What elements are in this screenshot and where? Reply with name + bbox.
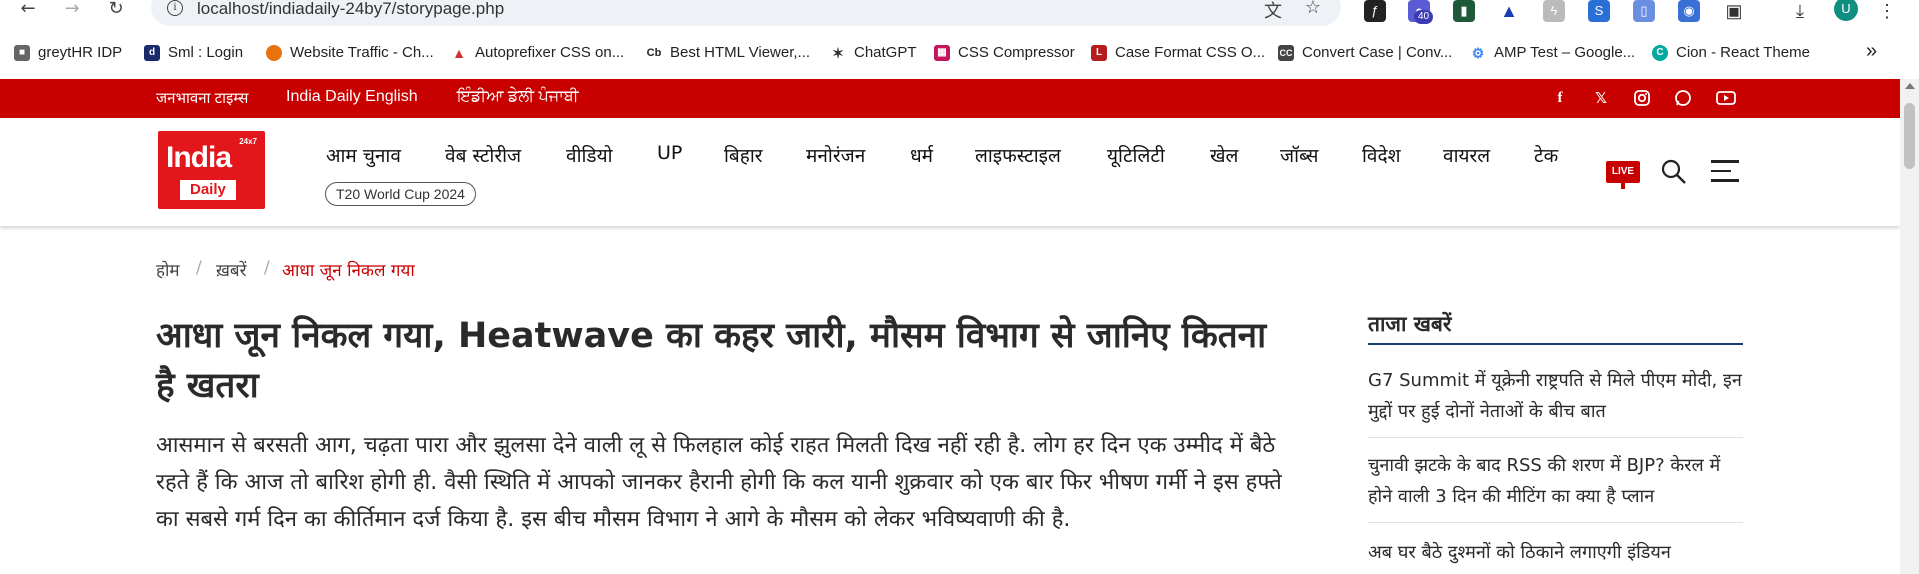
bookmark-item[interactable]: Cb Best HTML Viewer,... [646,44,810,61]
topbar-link[interactable]: India Daily English [286,88,418,106]
live-tv-stand [1621,183,1625,189]
facebook-icon[interactable]: f [1550,88,1570,108]
extension-triangle-icon[interactable]: ▲ [1498,0,1520,22]
sidebar-divider [1368,522,1743,523]
site-logo[interactable]: 24x7 India Daily [158,131,265,209]
bookmark-star-icon[interactable]: ☆ [1303,0,1323,18]
logo-badge: 24x7 [239,137,257,146]
nav-item[interactable]: लाइफस्टाइल [975,142,1061,168]
nav-item[interactable]: टेक [1534,142,1558,168]
back-icon[interactable]: ← [16,0,40,20]
browser-toolbar: ← → ↻ i localhost/indiadaily-24by7/story… [0,0,1919,30]
extension-screenshot-icon[interactable]: ◉ [1678,0,1700,22]
scroll-up-arrow-icon[interactable] [1905,83,1915,89]
nav-item[interactable]: जॉब्स [1280,142,1319,168]
topbar-link[interactable]: जनभावना टाइम्स [156,88,248,108]
breadcrumb-section[interactable]: ख़बरें [216,258,247,281]
sidebar-news-item[interactable]: G7 Summit में यूक्रेनी राष्ट्रपति से मिल… [1368,365,1743,427]
nav-item[interactable]: वायरल [1443,142,1490,168]
extension-fx-icon[interactable]: ƒ [1364,0,1386,22]
bookmark-favicon-icon: d [144,44,160,61]
sidebar-news-item[interactable]: अब घर बैठे दुश्मनों को ठिकाने लगाएगी इंड… [1368,537,1743,568]
extension-folder-icon[interactable]: ▮ [1453,0,1475,22]
extensions-puzzle-icon[interactable]: ▣ [1723,0,1745,22]
bookmark-favicon-icon: C [1652,44,1668,61]
sidebar-title: ताजा खबरें [1368,312,1452,336]
logo-line2: Daily [180,180,236,200]
nav-item[interactable]: खेल [1210,142,1238,168]
site-topbar: जनभावना टाइम्स India Daily English ਇੰਡੀਆ… [0,79,1900,118]
download-icon[interactable]: ⤓ [1789,0,1811,22]
x-icon[interactable]: 𝕏 [1591,88,1611,108]
bookmark-favicon-icon: CC [1278,44,1294,61]
search-icon[interactable] [1660,158,1688,186]
nav-item[interactable]: UP [657,142,682,164]
bookmark-item[interactable]: d Sml : Login [144,44,243,61]
nav-item[interactable]: यूटिलिटी [1107,142,1165,168]
bookmark-favicon-icon: L [1091,44,1107,61]
hamburger-line [1711,160,1739,163]
sidebar-divider [1368,437,1743,438]
forward-icon[interactable]: → [60,0,84,20]
breadcrumb-separator: / [264,258,270,278]
article-summary: आसमान से बरसती आग, चढ़ता पारा और झुलसा द… [156,433,1282,532]
reload-icon[interactable]: ↻ [104,0,128,20]
youtube-icon[interactable] [1716,88,1736,108]
bookmark-favicon-icon: ⚙ [1470,44,1486,61]
more-bookmarks-button[interactable]: » [1866,40,1877,63]
site-header: 24x7 India Daily आम चुनाव वेब स्टोरीज वी… [0,118,1900,226]
bookmark-favicon-icon: ■ [14,44,30,61]
article-headline: आधा जून निकल गया, Heatwave का कहर जारी, … [156,316,1267,406]
scrollbar-thumb[interactable] [1904,103,1915,169]
bookmark-item[interactable]: Website Traffic - Ch... [266,44,434,61]
nav-item[interactable]: वीडियो [566,142,613,168]
sidebar-title-rule [1368,343,1743,345]
breadcrumb-separator: / [196,258,202,278]
site-info-icon[interactable]: i [167,0,183,16]
address-url[interactable]: localhost/indiadaily-24by7/storypage.php [197,0,504,19]
sidebar-news-item[interactable]: चुनावी झटके के बाद RSS की शरण में BJP? क… [1368,450,1743,512]
bookmark-favicon-icon: ✶ [830,44,846,61]
tag-pill[interactable]: T20 World Cup 2024 [325,182,476,206]
nav-item[interactable]: बिहार [724,142,763,168]
nav-item[interactable]: मनोरंजन [806,142,865,168]
instagram-icon[interactable] [1632,88,1652,108]
nav-item[interactable]: विदेश [1362,142,1401,168]
nav-item[interactable]: धर्म [910,142,933,168]
live-tv-button[interactable]: LIVE [1606,161,1640,183]
extension-bolt-icon[interactable]: ϟ [1543,0,1565,22]
hamburger-line [1711,179,1739,182]
topbar-link[interactable]: ਇੰਡੀਆ ਡੇਲੀ ਪੰਜਾਬੀ [457,88,579,106]
bookmark-favicon-icon: ▲ [451,44,467,61]
nav-item[interactable]: वेब स्टोरीज [445,142,521,168]
bookmark-item[interactable]: ■ greytHR IDP [14,44,122,61]
extension-badge: 40 [1414,10,1434,24]
bookmark-item[interactable]: L Case Format CSS O... [1091,44,1265,61]
nav-item[interactable]: आम चुनाव [326,142,401,168]
breadcrumb-current: आधा जून निकल गया [282,261,415,281]
whatsapp-icon[interactable] [1673,88,1693,108]
extension-doc-icon[interactable]: ▯ [1633,0,1655,22]
translate-icon[interactable]: 文 [1263,0,1283,22]
page-scrollbar[interactable] [1900,79,1919,574]
bookmark-item[interactable]: ▦ CSS Compressor [934,44,1075,61]
browser-menu-icon[interactable]: ⋮ [1876,0,1898,22]
bookmark-favicon-icon [266,44,282,61]
breadcrumb-home[interactable]: होम [156,258,180,281]
menu-hamburger-icon[interactable] [1711,160,1739,184]
bookmark-item[interactable]: ⚙ AMP Test – Google... [1470,44,1635,61]
bookmark-item[interactable]: C Cion - React Theme [1652,44,1810,61]
bookmark-favicon-icon: Cb [646,44,662,61]
address-bar[interactable]: i localhost/indiadaily-24by7/storypage.p… [151,0,1341,26]
bookmark-favicon-icon: ▦ [934,44,950,61]
hamburger-line [1711,169,1731,172]
bookmark-item[interactable]: ▲ Autoprefixer CSS on... [451,44,624,61]
bookmark-item[interactable]: CC Convert Case | Conv... [1278,44,1452,61]
extension-s-icon[interactable]: S [1588,0,1610,22]
bookmark-item[interactable]: ✶ ChatGPT [830,44,917,61]
logo-line1: India [166,141,232,174]
profile-avatar[interactable]: U [1834,0,1858,21]
